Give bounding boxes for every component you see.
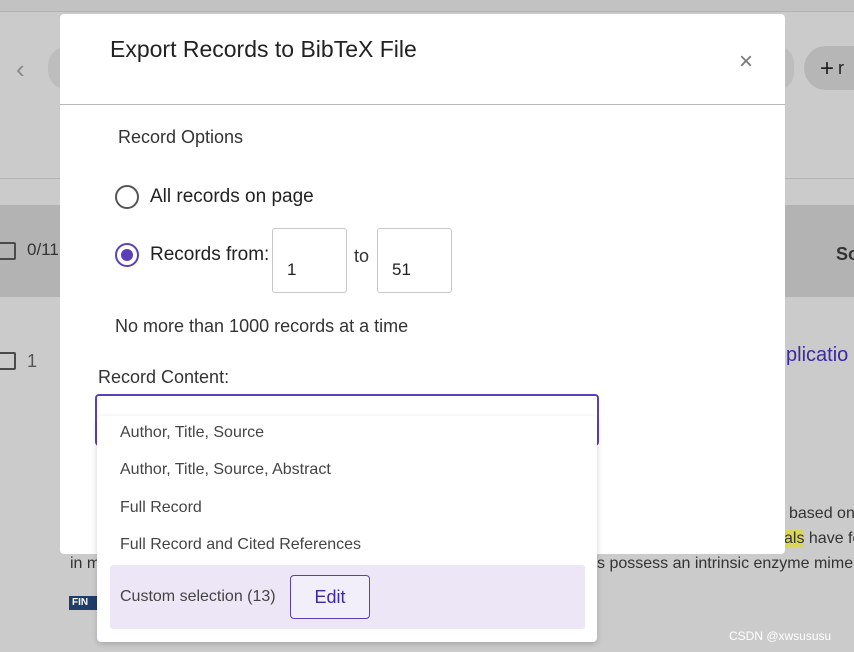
option-custom-selection[interactable]: Custom selection (13) Edit [110,565,585,629]
back-chevron-icon[interactable]: ‹ [16,56,42,82]
radio-records-range[interactable] [115,243,139,267]
record-content-dropdown: Author, Title, Source Author, Title, Sou… [97,416,597,642]
abstract-line-3-right: s possess an intrinsic enzyme mime [597,555,854,572]
sort-header[interactable]: So [836,244,854,265]
option-full-record[interactable]: Full Record [120,499,202,517]
dialog-title: Export Records to BibTeX File [110,36,417,62]
selected-count: 0/11 [27,240,59,259]
from-record-input[interactable] [272,228,347,293]
radio-all-records[interactable] [115,185,139,209]
option-author-title-source[interactable]: Author, Title, Source [120,424,264,442]
abstract-line-1: based on [789,505,854,522]
edit-button[interactable]: Edit [290,575,370,619]
option-author-title-source-abstract[interactable]: Author, Title, Source, Abstract [120,461,331,479]
all-records-label[interactable]: All records on page [150,186,314,208]
plus-icon: + [820,55,835,82]
top-bar [0,0,854,12]
record-options-label: Record Options [118,127,244,147]
select-all-checkbox[interactable] [0,242,16,260]
abstract-line-2-text: have fo [808,530,854,547]
add-button[interactable]: + r [804,46,854,90]
abstract-highlight: als [784,530,805,547]
close-icon[interactable]: × [734,50,758,74]
row-number: 1 [27,351,38,371]
full-text-logo[interactable]: FIN [69,596,99,610]
record-content-label: Record Content: [98,367,230,387]
row-checkbox[interactable] [0,352,16,370]
records-from-label[interactable]: Records from: [150,244,269,266]
add-button-label: r [838,58,845,78]
abstract-line-2: als have fo [784,530,854,548]
to-label: to [354,246,370,266]
abstract-line-3-left: in m [70,555,101,572]
dialog-divider [60,104,785,105]
record-title-link[interactable]: plicatio [786,344,848,367]
watermark: CSDN @xwsususu [729,629,832,643]
custom-selection-label: Custom selection (13) [120,588,276,605]
to-record-input[interactable] [377,228,452,293]
records-limit-note: No more than 1000 records at a time [115,316,409,336]
option-full-record-cited-refs[interactable]: Full Record and Cited References [120,536,361,554]
